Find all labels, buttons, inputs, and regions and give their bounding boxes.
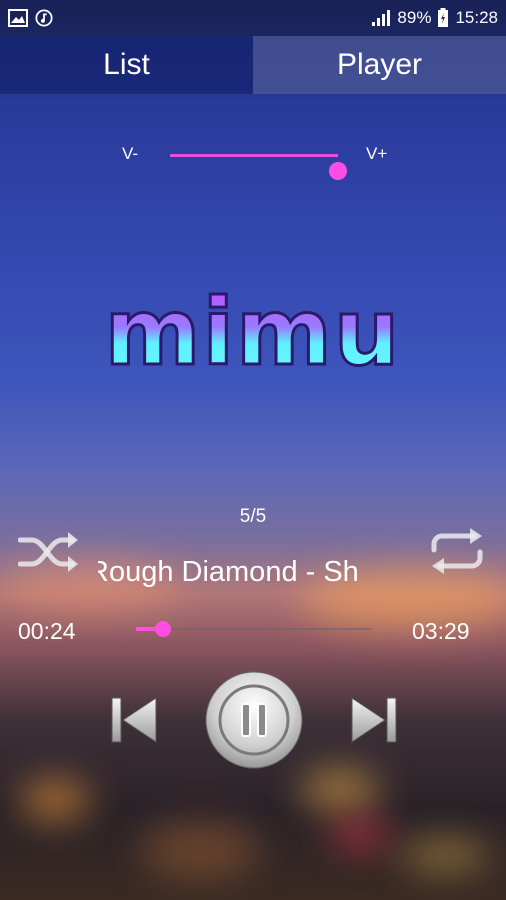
current-time: 00:24 — [18, 618, 76, 644]
volume-down-label[interactable]: V- — [122, 144, 138, 164]
track-title: Rough Diamond - Sh — [98, 556, 359, 588]
tab-player[interactable]: Player — [253, 36, 506, 94]
pause-button[interactable] — [204, 670, 304, 770]
volume-up-label[interactable]: V+ — [366, 144, 387, 164]
tab-bar: List Player — [0, 36, 506, 94]
background-glow — [400, 840, 490, 870]
image-icon — [8, 9, 28, 27]
volume-slider[interactable] — [170, 154, 347, 180]
status-time: 15:28 — [455, 8, 498, 27]
signal-icon — [372, 10, 391, 26]
music-note-icon — [35, 9, 53, 27]
volume-control: V- V+ — [0, 138, 506, 180]
previous-icon[interactable] — [108, 694, 160, 746]
background-glow — [20, 780, 90, 820]
total-time: 03:29 — [412, 618, 470, 644]
tab-list[interactable]: List — [0, 36, 253, 94]
track-counter: 5/5 — [239, 506, 267, 527]
app-logo: mimu — [108, 292, 398, 376]
seek-bar-thumb[interactable] — [155, 621, 172, 637]
status-bar: 89% 15:28 — [0, 0, 506, 36]
volume-slider-thumb[interactable] — [329, 162, 347, 180]
background-glow — [140, 820, 260, 880]
mimu-logo-image: mimu — [108, 292, 398, 376]
battery-icon — [438, 8, 449, 27]
background-glow — [300, 770, 380, 810]
track-title-marquee: Rough Diamond - Sh — [98, 556, 408, 596]
shuffle-icon[interactable] — [18, 530, 80, 574]
battery-percent: 89% — [397, 8, 432, 27]
repeat-icon[interactable] — [428, 526, 486, 576]
background-glow — [330, 820, 390, 850]
seek-bar[interactable] — [136, 621, 372, 637]
svg-text:mimu: mimu — [108, 292, 398, 376]
next-icon[interactable] — [348, 694, 400, 746]
